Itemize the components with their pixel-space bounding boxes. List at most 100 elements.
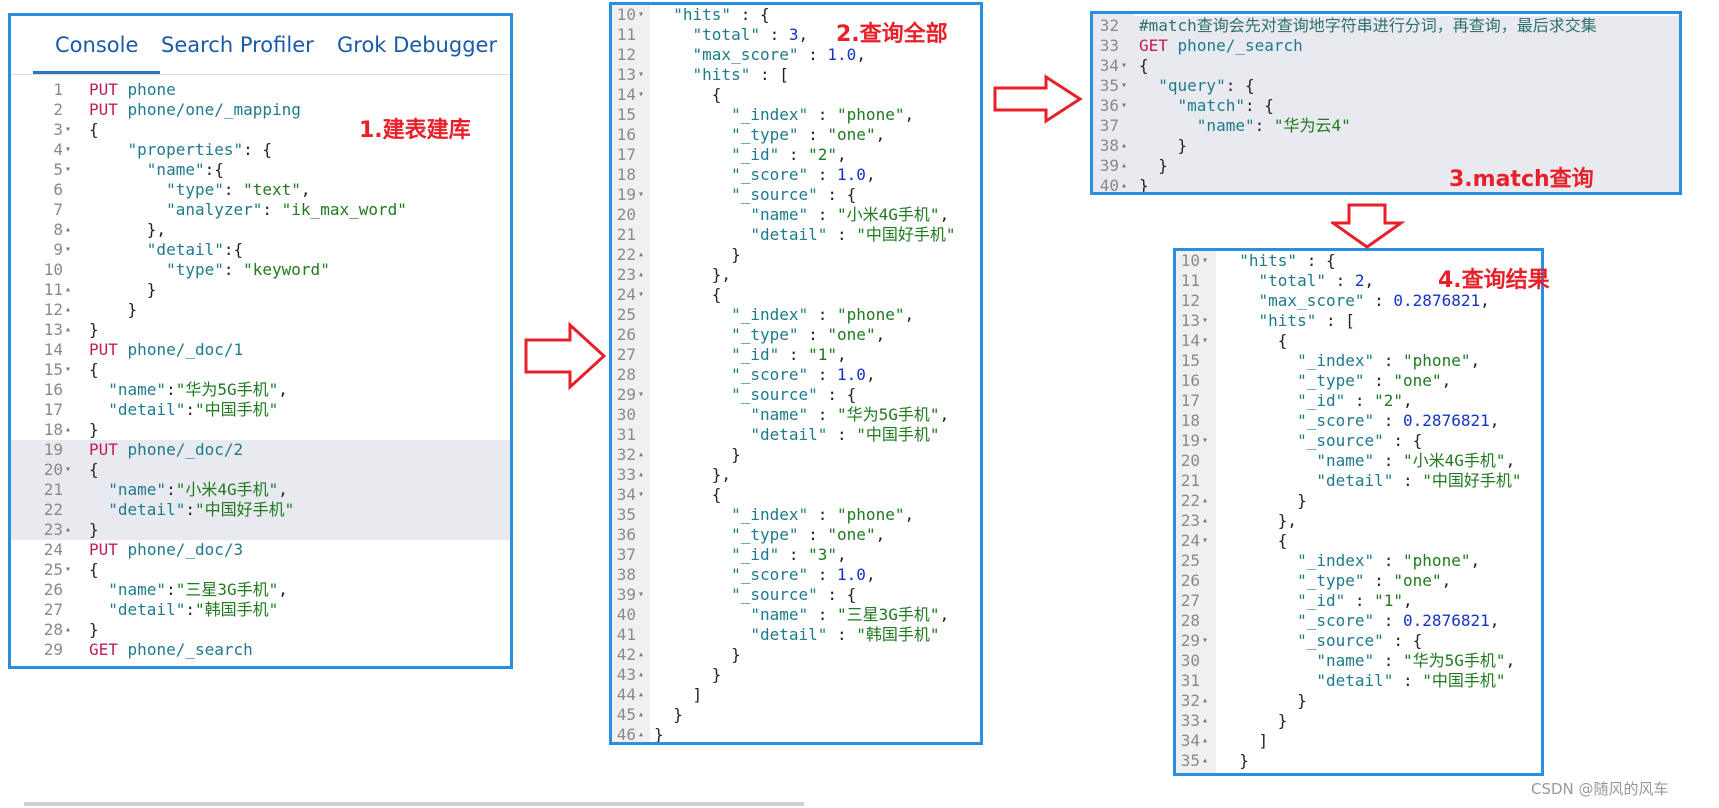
code-text: "detail":"中国好手机" bbox=[89, 500, 294, 520]
fold-open-icon[interactable]: ▾ bbox=[638, 85, 644, 105]
line-number: 18 bbox=[616, 165, 636, 184]
fold-close-icon[interactable]: ▴ bbox=[1121, 156, 1127, 176]
code-token: : bbox=[185, 400, 195, 419]
tab-console[interactable]: Console bbox=[33, 16, 161, 74]
fold-close-icon[interactable]: ▴ bbox=[65, 420, 71, 440]
fold-close-icon[interactable]: ▴ bbox=[638, 245, 644, 265]
line-number: 28 bbox=[616, 365, 636, 384]
fold-close-icon[interactable]: ▴ bbox=[65, 280, 71, 300]
code-line: 20 "name" : "小米4G手机", bbox=[612, 205, 980, 225]
fold-close-icon[interactable]: ▴ bbox=[1202, 691, 1208, 711]
fold-open-icon[interactable]: ▾ bbox=[1202, 631, 1208, 651]
fold-open-icon[interactable]: ▾ bbox=[1202, 531, 1208, 551]
fold-close-icon[interactable]: ▴ bbox=[638, 685, 644, 705]
code-token: : bbox=[1364, 291, 1394, 310]
fold-open-icon[interactable]: ▾ bbox=[638, 5, 644, 25]
code-text: "total" : 3, bbox=[654, 25, 809, 45]
line-number: 10 bbox=[43, 260, 63, 279]
fold-open-icon[interactable]: ▾ bbox=[1121, 56, 1127, 76]
fold-open-icon[interactable]: ▾ bbox=[65, 460, 71, 480]
tab-grok-debugger[interactable]: Grok Debugger bbox=[337, 16, 497, 74]
code-token: : bbox=[798, 45, 828, 64]
fold-open-icon[interactable]: ▾ bbox=[65, 360, 71, 380]
fold-open-icon[interactable]: ▾ bbox=[65, 560, 71, 580]
fold-open-icon[interactable]: ▾ bbox=[1121, 76, 1127, 96]
line-number: 17 bbox=[43, 400, 63, 419]
fold-close-icon[interactable]: ▴ bbox=[638, 665, 644, 685]
fold-close-icon[interactable]: ▴ bbox=[65, 320, 71, 340]
code-token: "华为5G手机" bbox=[837, 405, 940, 424]
line-number: 12 bbox=[43, 300, 63, 319]
fold-open-icon[interactable]: ▾ bbox=[638, 385, 644, 405]
fold-close-icon[interactable]: ▴ bbox=[638, 705, 644, 725]
line-number: 21 bbox=[1180, 471, 1200, 490]
fold-close-icon[interactable]: ▴ bbox=[65, 220, 71, 240]
line-number: 22 bbox=[1180, 491, 1200, 510]
match-result-editor: 10 ▾ "hits" : {11 "total" : 2, 12 "max_sco… bbox=[1176, 251, 1541, 771]
fold-open-icon[interactable]: ▾ bbox=[65, 160, 71, 180]
fold-open-icon[interactable]: ▾ bbox=[638, 585, 644, 605]
code-text: "_score" : 1.0, bbox=[654, 365, 876, 385]
code-token: GET bbox=[89, 640, 118, 659]
code-token: "中国手机" bbox=[194, 400, 279, 419]
horizontal-scrollbar[interactable] bbox=[24, 802, 804, 806]
fold-close-icon[interactable]: ▴ bbox=[638, 465, 644, 485]
code-token: "name" bbox=[1316, 651, 1375, 670]
fold-close-icon[interactable]: ▴ bbox=[1202, 491, 1208, 511]
code-text: "_score" : 0.2876821, bbox=[1220, 411, 1499, 431]
fold-close-icon[interactable]: ▴ bbox=[1202, 511, 1208, 531]
code-line: 36 ▾ "match": { bbox=[1093, 96, 1679, 116]
code-line: 35 ▴ } bbox=[1176, 751, 1541, 771]
fold-open-icon[interactable]: ▾ bbox=[1202, 311, 1208, 331]
code-token: } bbox=[1139, 156, 1168, 175]
fold-open-icon[interactable]: ▾ bbox=[1121, 96, 1127, 116]
tab-search-profiler[interactable]: Search Profiler bbox=[161, 16, 314, 74]
code-token: "detail" bbox=[750, 425, 828, 444]
fold-open-icon[interactable]: ▾ bbox=[1202, 431, 1208, 451]
code-line: 34 ▾ { bbox=[1093, 56, 1679, 76]
fold-open-icon[interactable]: ▾ bbox=[65, 140, 71, 160]
fold-close-icon[interactable]: ▴ bbox=[65, 520, 71, 540]
fold-open-icon[interactable]: ▾ bbox=[1202, 251, 1208, 271]
fold-close-icon[interactable]: ▴ bbox=[1121, 176, 1127, 192]
fold-close-icon[interactable]: ▴ bbox=[65, 620, 71, 640]
console-editor[interactable]: 1 PUT phone 2 PUT phone/one/_mapping 3 ▾{4 ▾ "… bbox=[11, 80, 510, 660]
line-number: 28 bbox=[1180, 611, 1200, 630]
fold-close-icon[interactable]: ▴ bbox=[638, 445, 644, 465]
fold-open-icon[interactable]: ▾ bbox=[1202, 331, 1208, 351]
code-line: 8 ▴ }, bbox=[11, 220, 510, 240]
fold-close-icon[interactable]: ▴ bbox=[65, 300, 71, 320]
code-token: "_id" bbox=[731, 545, 780, 564]
fold-open-icon[interactable]: ▾ bbox=[65, 240, 71, 260]
code-line: 33 ▴ }, bbox=[612, 465, 980, 485]
fold-close-icon[interactable]: ▴ bbox=[638, 645, 644, 665]
code-token: } bbox=[1220, 691, 1307, 710]
code-text: "analyzer": "ik_max_word" bbox=[89, 200, 407, 220]
code-line: 7 "analyzer": "ik_max_word" bbox=[11, 200, 510, 220]
fold-open-icon[interactable]: ▾ bbox=[638, 285, 644, 305]
fold-close-icon[interactable]: ▴ bbox=[1202, 711, 1208, 731]
fold-open-icon[interactable]: ▾ bbox=[638, 185, 644, 205]
annotation-query-all: 2.查询全部 bbox=[836, 22, 948, 47]
fold-close-icon[interactable]: ▴ bbox=[638, 265, 644, 285]
fold-close-icon[interactable]: ▴ bbox=[1202, 731, 1208, 751]
code-token: : bbox=[798, 325, 828, 344]
code-text: }, bbox=[654, 265, 731, 285]
code-text: #match查询会先对查询地字符串进行分词，再查询，最后求交集 bbox=[1139, 16, 1597, 36]
fold-close-icon[interactable]: ▴ bbox=[1121, 136, 1127, 156]
fold-open-icon[interactable]: ▾ bbox=[638, 65, 644, 85]
code-token: { bbox=[654, 485, 722, 504]
code-line: 39 ▾ "_source" : { bbox=[612, 585, 980, 605]
fold-open-icon[interactable]: ▾ bbox=[65, 120, 71, 140]
fold-close-icon[interactable]: ▴ bbox=[1202, 751, 1208, 771]
fold-open-icon[interactable]: ▾ bbox=[638, 485, 644, 505]
code-text: } bbox=[654, 645, 741, 665]
code-line: 36 "_type" : "one", bbox=[612, 525, 980, 545]
code-token: : bbox=[1345, 391, 1375, 410]
fold-close-icon[interactable]: ▴ bbox=[638, 725, 644, 742]
code-line: 1 PUT phone bbox=[11, 80, 510, 100]
